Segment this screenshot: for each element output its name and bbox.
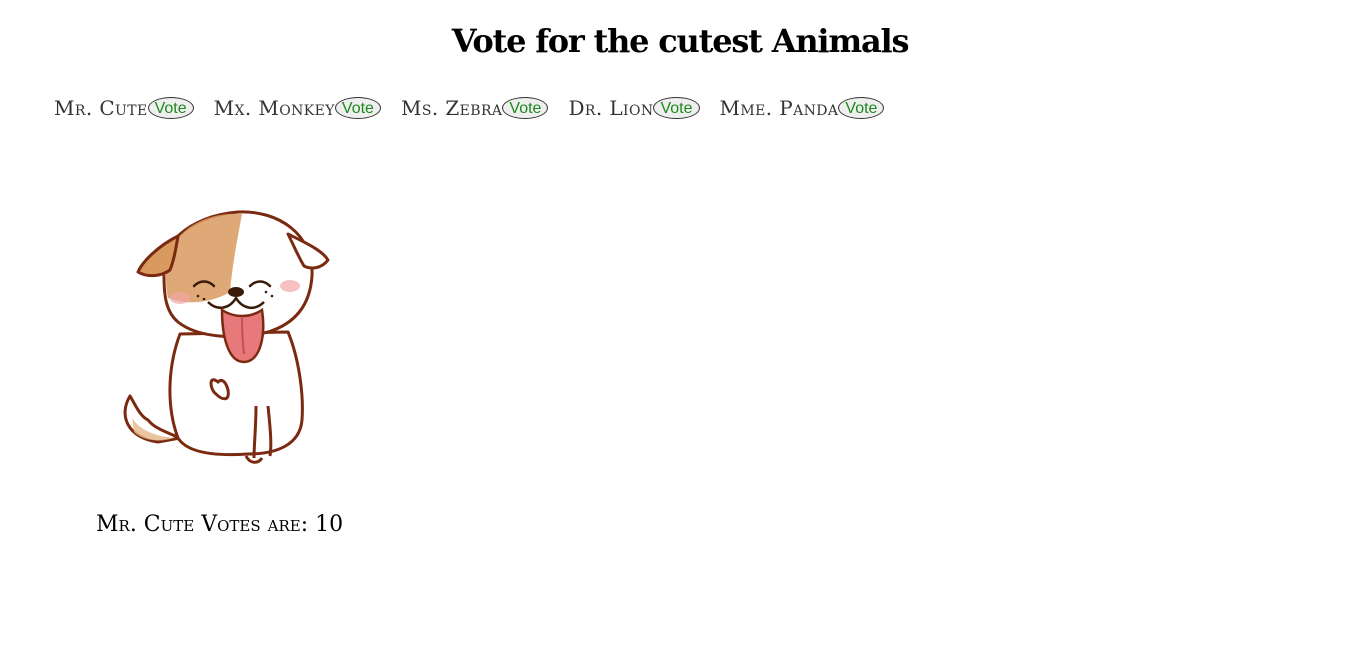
vote-button-dr-lion[interactable]: Vote [653, 97, 700, 119]
animal-item-ms-zebra: Ms. Zebra Vote [400, 96, 549, 120]
vote-button-mr-cute[interactable]: Vote [147, 97, 194, 119]
page-title: Vote for the cutest Animals [451, 22, 910, 60]
animal-name: Ms. Zebra [400, 96, 503, 120]
animal-nav: Mr. Cute Vote Mx. Monkey Vote Ms. Zebra … [54, 94, 904, 122]
animal-item-mr-cute: Mr. Cute Vote [54, 96, 194, 120]
vote-button-ms-zebra[interactable]: Vote [502, 97, 549, 119]
animal-name: Dr. Lion [568, 96, 654, 120]
animal-item-mme-panda: Mme. Panda Vote [720, 96, 885, 120]
animal-name: Mme. Panda [719, 96, 839, 120]
animal-item-mx-monkey: Mx. Monkey Vote [214, 96, 381, 120]
animal-name: Mr. Cute [54, 96, 148, 120]
puppy-illustration [123, 210, 330, 464]
votes-count-text: Mr. Cute Votes are: 10 [96, 512, 344, 537]
animal-item-dr-lion: Dr. Lion Vote [568, 96, 700, 120]
animal-name: Mx. Monkey [213, 96, 335, 120]
vote-button-mx-monkey[interactable]: Vote [334, 97, 381, 119]
vote-button-mme-panda[interactable]: Vote [838, 97, 885, 119]
